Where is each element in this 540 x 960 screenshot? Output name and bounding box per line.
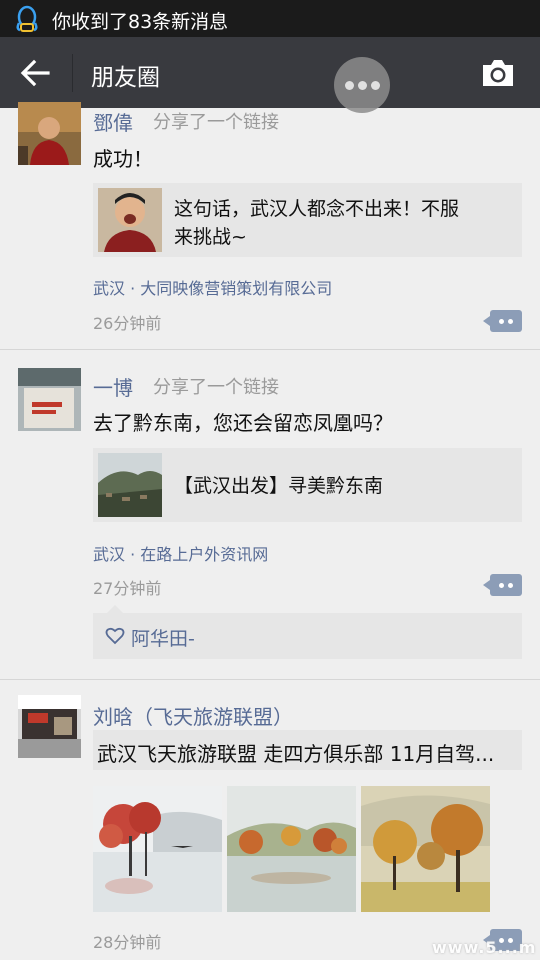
avatar[interactable] [18,102,81,165]
author-name[interactable]: 刘晗（飞天旅游联盟） [93,701,293,730]
likes-bar: 阿华田- [93,605,522,659]
header-divider [72,54,73,92]
post-text: 成功！ [93,147,153,171]
post-photo[interactable] [227,786,356,912]
notification-text: 你收到了83条新消息 [52,11,229,33]
loading-indicator [334,57,390,113]
post-photo[interactable] [93,786,222,912]
author-name[interactable]: 鄧偉 [93,107,133,136]
liker-name[interactable]: 阿华田- [131,624,195,651]
comment-icon[interactable] [483,574,522,596]
post-text-box: 武汉飞天旅游联盟 走四方俱乐部 11月自驾... [93,730,522,770]
share-note: 分享了一个链接 [153,377,279,398]
comment-icon[interactable] [483,310,522,332]
link-title-line: 来挑战~ [174,226,247,248]
location-link[interactable]: 武汉 · 大同映像营销策划有限公司 [93,275,332,299]
post-time: 26分钟前 [93,314,162,333]
post-divider [0,679,540,680]
post-photo[interactable] [361,786,490,912]
avatar[interactable] [18,368,81,431]
link-thumbnail [98,188,162,252]
share-note: 分享了一个链接 [153,112,279,133]
status-bar: 你收到了83条新消息 [0,0,540,37]
arrow-left-icon[interactable] [18,57,52,89]
link-title: 这句话，武汉人都念不出来！不服 来挑战~ [174,195,459,251]
avatar[interactable] [18,695,81,758]
author-name[interactable]: 一博 [93,372,133,401]
link-title-line: 这句话，武汉人都念不出来！不服 [174,198,460,220]
camera-icon[interactable] [480,57,516,89]
watermark: www.5...m [432,938,537,957]
location-link[interactable]: 武汉 · 在路上户外资讯网 [93,541,268,565]
post-text: 去了黔东南，您还会留恋凤凰吗？ [93,411,393,435]
post-time: 27分钟前 [93,579,162,598]
qq-notification-icon [16,5,38,32]
page-title: 朋友圈 [91,65,160,91]
post-divider [0,349,540,350]
post-text: 武汉飞天旅游联盟 走四方俱乐部 11月自驾... [97,742,495,766]
app-header: 朋友圈 [0,37,540,108]
post-time: 28分钟前 [93,933,162,952]
link-thumbnail [98,453,162,517]
link-title: 【武汉出发】寻美黔东南 [174,475,384,497]
heart-icon [105,627,125,645]
shared-link-card[interactable]: 这句话，武汉人都念不出来！不服 来挑战~ [93,183,522,257]
shared-link-card[interactable]: 【武汉出发】寻美黔东南 [93,448,522,522]
